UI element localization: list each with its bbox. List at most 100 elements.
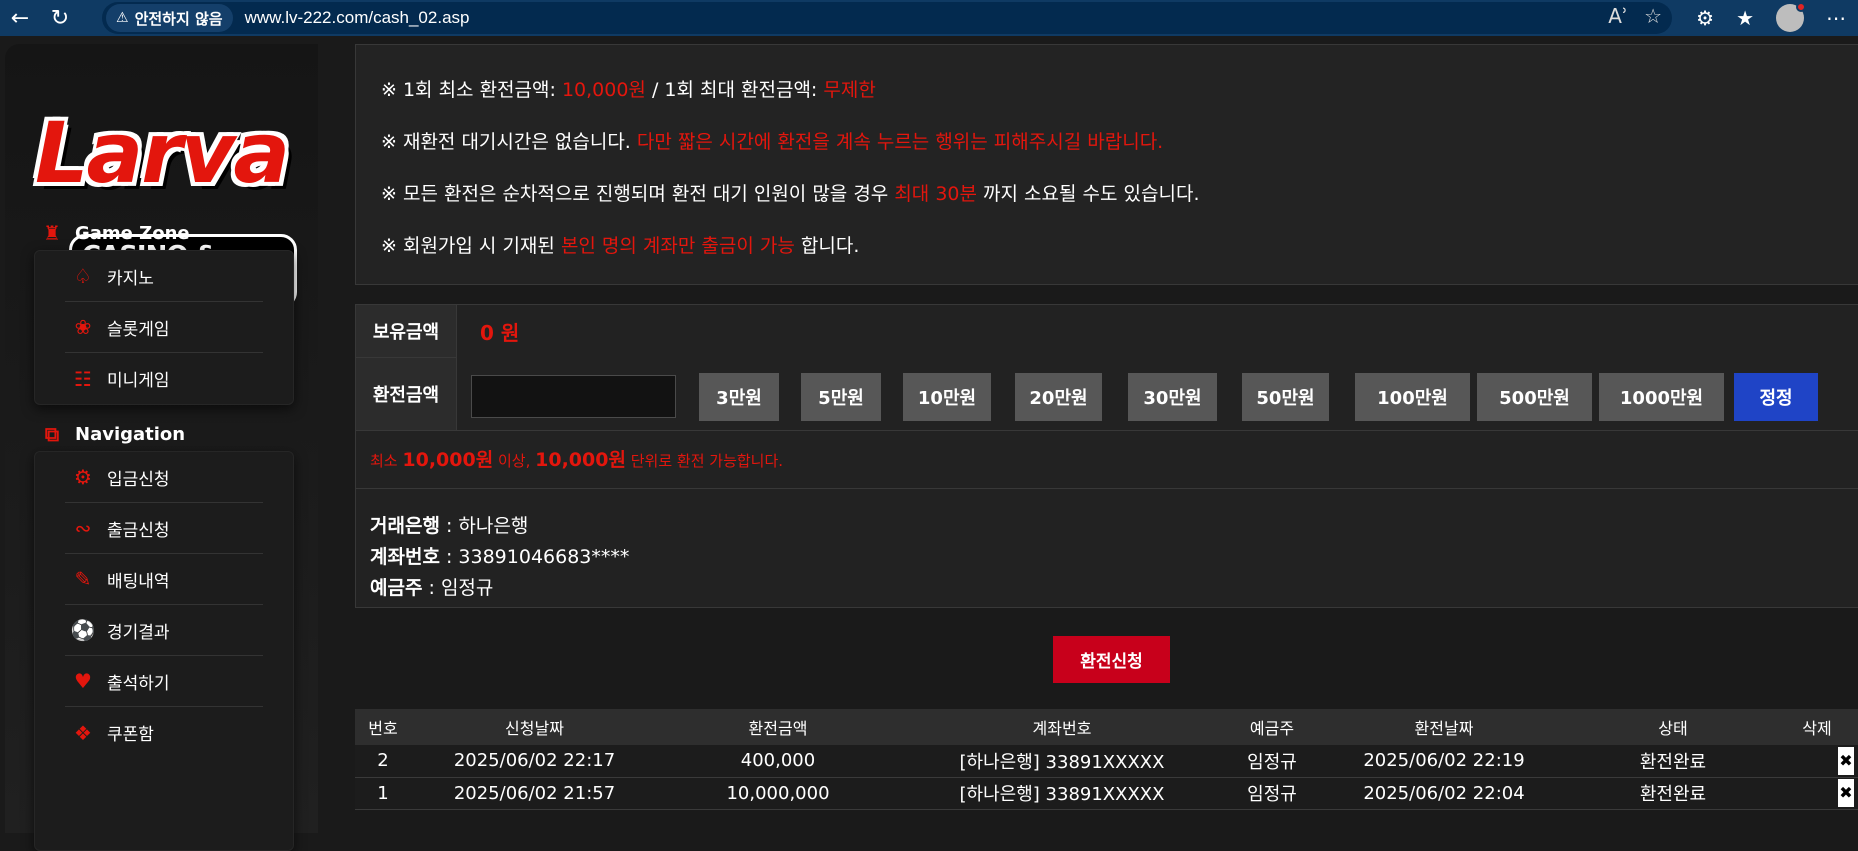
cell-amount: 10,000,000 [658,777,898,810]
notice-highlight: 다만 짧은 시간에 환전을 계속 누르는 행위는 피해주시길 바랍니다. [636,131,1164,153]
sidebar-item-label: 배팅내역 [107,571,170,592]
sidebar-item-coupons[interactable]: ❖ 쿠폰함 [65,707,263,758]
sidebar: Larva CASINO & SLOT ♜ Game Zone ♤ 카지노 ❀ … [5,44,318,851]
exchange-form: 보유금액 0 원 환전금액 3만원 5만원 10만원 20만원 30만원 50만… [355,304,1858,608]
sidebar-item-withdraw[interactable]: ∾ 출금신청 [65,503,263,554]
cell-request-date: 2025/06/02 21:57 [411,777,658,810]
sidebar-item-deposit[interactable]: ⚙ 입금신청 [65,452,263,503]
notice-line-3: ※ 모든 환전은 순차적으로 진행되며 환전 대기 인원이 많을 경우 최대 3… [381,179,1200,206]
notice-line-1: ※ 1회 최소 환전금액: 10,000원 / 1회 최대 환전금액: 무제한 [381,75,876,102]
calendar-icon: ♥ [74,669,92,693]
match-result-icon: ⚽ [70,618,96,642]
notice-text: / 1회 최대 환전금액: [651,79,818,101]
header-delete: 삭제 [1776,709,1858,745]
address-bar[interactable]: ⚠ 안전하지 않음 www.lv-222.com/cash_02.asp Aʾ … [102,2,1672,34]
header-account: 계좌번호 [898,709,1226,745]
divider [356,430,1858,431]
exchange-apply-button[interactable]: 환전신청 [1053,636,1170,683]
navigation-label: Navigation [75,423,186,445]
sidebar-item-casino[interactable]: ♤ 카지노 [65,251,263,302]
cell-delete: ✖ [1776,777,1858,810]
main-content: ※ 1회 최소 환전금액: 10,000원 / 1회 최대 환전금액: 무제한 … [355,44,1858,833]
notice-text: ※ 회원가입 시 기재된 [381,235,555,257]
game-zone-title: ♜ Game Zone [39,220,190,246]
cell-holder: 임정규 [1226,777,1318,810]
table-row: 2 2025/06/02 22:17 400,000 [하나은행] 33891X… [355,745,1858,778]
logo-main-text: Larva [35,104,290,202]
deposit-icon: ⚙ [74,465,92,489]
cell-account: [하나은행] 33891XXXXX [898,777,1226,810]
table-row: 1 2025/06/02 21:57 10,000,000 [하나은행] 338… [355,777,1858,810]
navigation-icon: ⧉ [44,422,60,446]
sidebar-item-label: 출석하기 [107,673,170,694]
delete-x-icon[interactable]: ✖ [1838,746,1854,775]
sidebar-item-slot[interactable]: ❀ 슬롯게임 [65,302,263,353]
notice-text: ※ 1회 최소 환전금액: [381,79,556,101]
holder-info: 예금주 : 임정규 [370,573,493,600]
notice-highlight: 본인 명의 계좌만 출금이 가능 [560,235,795,257]
amount-input[interactable] [471,375,676,418]
sidebar-item-minigame[interactable]: ☷ 미니게임 [65,353,263,404]
cell-exchange-date: 2025/06/02 22:04 [1318,777,1570,810]
amount-button-500k[interactable]: 50만원 [1242,373,1329,421]
delete-x-icon[interactable]: ✖ [1838,779,1854,807]
amount-button-5m[interactable]: 500만원 [1477,373,1592,421]
cell-number: 2 [355,745,411,778]
notice-text: ※ 모든 환전은 순차적으로 진행되며 환전 대기 인원이 많을 경우 [381,183,889,205]
notice-line-2: ※ 재환전 대기시간은 없습니다. 다만 짧은 시간에 환전을 계속 누르는 행… [381,127,1163,154]
account-label: 계좌번호 [370,546,440,568]
minimum-note-text: 단위로 환전 가능합니다. [630,452,784,470]
browser-toolbar: ← ↻ ⚠ 안전하지 않음 www.lv-222.com/cash_02.asp… [0,0,1858,36]
divider [356,488,1858,489]
amount-label: 환전금액 [356,357,457,430]
cell-account: [하나은행] 33891XXXXX [898,745,1226,778]
back-arrow-icon[interactable]: ← [0,0,40,36]
holder-label: 예금주 [370,577,423,599]
sidebar-item-label: 카지노 [107,268,154,289]
bank-info: 거래은행 : 하나은행 [370,511,528,538]
url-text[interactable]: www.lv-222.com/cash_02.asp [245,8,470,28]
amount-button-50k[interactable]: 5만원 [801,373,881,421]
header-holder: 예금주 [1226,709,1318,745]
exchange-history-table: 번호 신청날짜 환전금액 계좌번호 예금주 환전날짜 상태 삭제 2 2025/… [355,709,1858,810]
sidebar-item-label: 미니게임 [107,371,170,391]
notice-text: ※ 재환전 대기시간은 없습니다. [381,131,631,153]
navigation-menu: ⚙ 입금신청 ∾ 출금신청 ✎ 배팅내역 ⚽ 경기결과 ♥ 출석하기 ❖ 쿠폰함 [34,451,294,851]
cell-request-date: 2025/06/02 22:17 [411,745,658,778]
amount-button-200k[interactable]: 20만원 [1015,373,1102,421]
header-status: 상태 [1570,709,1776,745]
sidebar-item-label: 출금신청 [107,520,170,541]
notice-line-4: ※ 회원가입 시 기재된 본인 명의 계좌만 출금이 가능 합니다. [381,231,859,258]
sidebar-item-label: 입금신청 [107,469,170,490]
profile-avatar[interactable] [1776,2,1806,32]
amount-button-1m[interactable]: 100만원 [1355,373,1470,421]
sidebar-item-match-results[interactable]: ⚽ 경기결과 [65,605,263,656]
reset-button[interactable]: 정정 [1734,373,1818,421]
gamepad-icon: ☷ [74,366,92,391]
amount-button-300k[interactable]: 30만원 [1128,373,1217,421]
extensions-icon[interactable]: ⚙ [1696,6,1714,30]
holder-value: : 임정규 [428,577,494,599]
favorite-star-icon[interactable]: ☆ [1644,4,1662,28]
amount-button-10m[interactable]: 1000만원 [1599,373,1724,421]
minimum-note-text: 이상, [497,452,531,470]
bank-label: 거래은행 [370,515,440,537]
amount-button-100k[interactable]: 10만원 [903,373,991,421]
account-info: 계좌번호 : 33891046683**** [370,542,629,569]
header-number: 번호 [355,709,411,745]
bank-value: : 하나은행 [445,515,529,537]
game-zone-label: Game Zone [75,222,190,244]
refresh-icon[interactable]: ↻ [40,0,80,36]
chess-pieces-icon: ♜ [43,221,61,245]
favorites-list-icon[interactable]: ★ [1736,6,1754,30]
security-warning[interactable]: ⚠ 안전하지 않음 [106,4,233,32]
sidebar-item-attendance[interactable]: ♥ 출석하기 [65,656,263,707]
notice-highlight: 10,000원 [561,79,646,101]
read-aloud-icon[interactable]: Aʾ [1608,4,1628,28]
notice-text: 까지 소요될 수도 있습니다. [983,183,1200,205]
more-menu-icon[interactable]: ⋯ [1826,6,1846,30]
minimum-note-text: 최소 [370,452,398,470]
amount-button-30k[interactable]: 3만원 [699,373,779,421]
minimum-note: 최소 10,000원 이상, 10,000원 단위로 환전 가능합니다. [370,445,783,472]
sidebar-item-betting-history[interactable]: ✎ 배팅내역 [65,554,263,605]
